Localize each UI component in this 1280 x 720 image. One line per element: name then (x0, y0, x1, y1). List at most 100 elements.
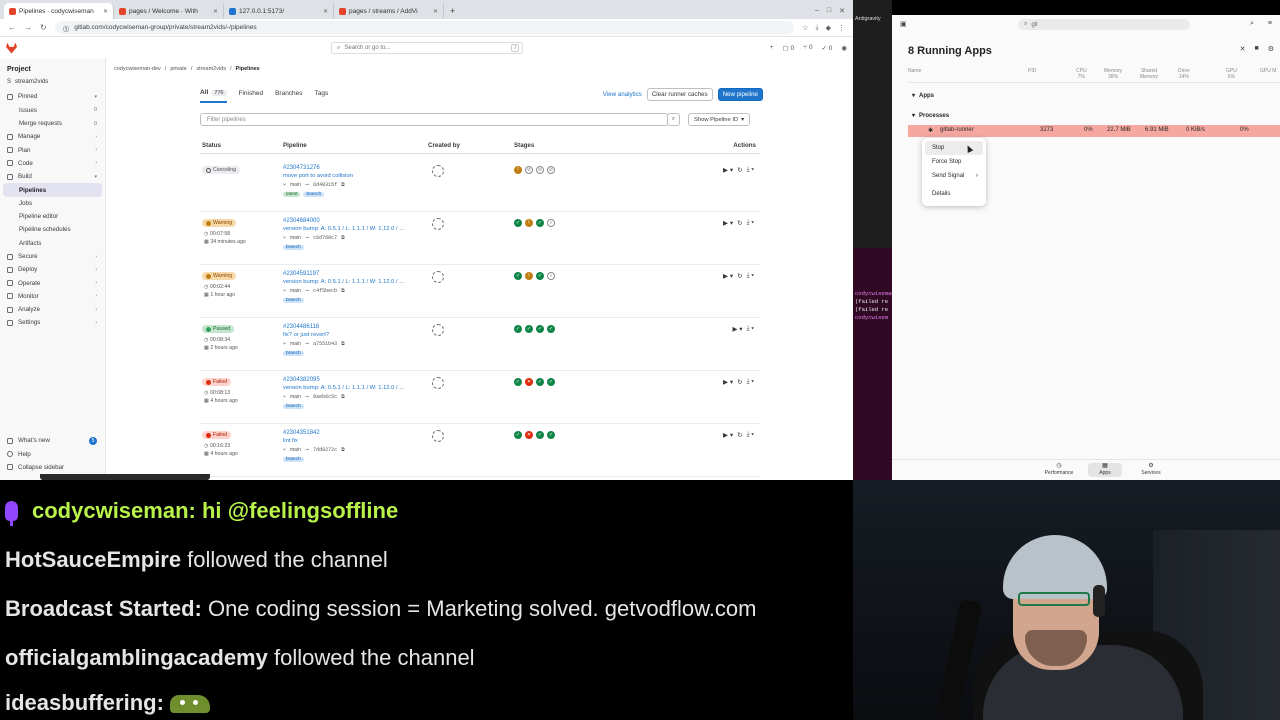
creator-avatar[interactable] (432, 218, 444, 230)
commit-message-link[interactable]: version bump: A: 0.5.1 / L: 1.1.1 / W: 1… (283, 279, 404, 285)
branch-name[interactable]: main (290, 447, 301, 453)
download-artifacts-button[interactable]: ⤓ ▾ (747, 166, 754, 174)
help-link[interactable]: Help (0, 447, 105, 460)
extension-icon[interactable]: ◆ (826, 24, 831, 32)
stage-fail-icon[interactable]: ✕ (525, 378, 533, 386)
creator-avatar[interactable] (432, 430, 444, 442)
search-input[interactable]: ⌕ Search or go to... / (331, 42, 523, 54)
creator-avatar[interactable] (432, 165, 444, 177)
copy-icon[interactable]: ⧉ (341, 235, 345, 241)
maximize-icon[interactable]: □ (827, 7, 831, 15)
group-processes[interactable]: ▾ Processes (912, 112, 949, 120)
tab-close-icon[interactable]: ✕ (213, 8, 218, 15)
browser-tab[interactable]: 127.0.0.1:5173/ ✕ (224, 3, 334, 19)
mr-count-icon[interactable]: ⑂ 0 (803, 44, 812, 52)
creator-avatar[interactable] (432, 377, 444, 389)
nav-performance[interactable]: ◷ Performance (1042, 463, 1076, 476)
stage-ok-icon[interactable]: ✓ (547, 325, 555, 333)
process-column-header[interactable]: GPU M (1260, 68, 1276, 75)
branch-name[interactable]: main (290, 182, 301, 188)
retry-pipeline-button[interactable]: ↻ (737, 219, 742, 227)
status-badge[interactable]: Failed (202, 378, 232, 386)
stage-warn-icon[interactable]: ! (525, 272, 533, 280)
sidebar-project-name[interactable]: S stream2vids (0, 75, 105, 88)
stage-cancel-icon[interactable]: ⊘ (536, 166, 544, 174)
copy-icon[interactable]: ⧉ (341, 288, 345, 294)
search-toggle-icon[interactable]: ⌕ (1250, 20, 1254, 28)
commit-sha[interactable]: 7dd8272c (313, 447, 337, 453)
branch-name[interactable]: main (290, 394, 301, 400)
terminal-pane[interactable]: codycwiseman (failed re (failed re codyc… (853, 248, 892, 480)
tab-finished[interactable]: Finished (239, 90, 264, 102)
stage-ok-icon[interactable]: ✓ (514, 272, 522, 280)
nav-services[interactable]: ⚙ Services (1134, 463, 1168, 476)
stop-process-icon[interactable]: ■ (1254, 45, 1258, 53)
sidebar-item-pipeline-schedules[interactable]: Pipeline schedules (0, 223, 105, 236)
stage-cancel-icon[interactable]: ⊘ (547, 166, 555, 174)
creator-avatar[interactable] (432, 324, 444, 336)
process-row-selected[interactable]: ✱ gitlab-runner 3273 0% 22.7 MiB 6.91 Mi… (908, 125, 1280, 137)
process-column-header[interactable]: Drive 14% (1178, 68, 1190, 80)
stage-ok-icon[interactable]: ✓ (514, 325, 522, 333)
process-column-header[interactable]: PID (1028, 68, 1036, 75)
sidebar-item-code[interactable]: Code › (0, 157, 105, 170)
commit-sha[interactable]: c6d760c7 (313, 235, 337, 241)
tab-tags[interactable]: Tags (315, 90, 329, 102)
run-manual-job-button[interactable]: ▶ ▾ (723, 272, 733, 280)
view-analytics-link[interactable]: View analytics (603, 91, 642, 98)
new-item-icon[interactable]: + (770, 44, 774, 52)
forward-icon[interactable]: → (24, 23, 32, 32)
breadcrumb-item[interactable]: private (170, 66, 187, 72)
run-manual-job-button[interactable]: ▶ ▾ (723, 431, 733, 439)
tab-close-icon[interactable]: ✕ (103, 8, 108, 15)
sidebar-item-pipeline-editor[interactable]: Pipeline editor (0, 210, 105, 223)
commit-message-link[interactable]: version bump: A: 0.5.1 / L: 1.1.1 / W: 1… (283, 385, 404, 391)
collapse-sidebar-button[interactable]: Collapse sidebar (0, 461, 105, 474)
bookmark-star-icon[interactable]: ☆ (802, 24, 808, 32)
commit-sha[interactable]: c4f5becb (313, 288, 337, 294)
sidebar-item-merge-requests[interactable]: Merge requests 0 (0, 117, 105, 130)
close-icon[interactable]: ✕ (839, 7, 845, 15)
run-manual-job-button[interactable]: ▶ ▾ (723, 378, 733, 386)
end-process-icon[interactable]: ✕ (1240, 45, 1246, 53)
sidebar-item-deploy[interactable]: Deploy › (0, 263, 105, 276)
branch-name[interactable]: main (290, 235, 301, 241)
back-icon[interactable]: ← (8, 23, 16, 32)
sidebar-item-analyze[interactable]: Analyze › (0, 303, 105, 316)
branch-name[interactable]: main (290, 341, 301, 347)
filter-pipelines-input[interactable]: Filter pipelines (200, 113, 668, 126)
download-artifacts-button[interactable]: ⤓ ▾ (747, 219, 754, 227)
menu-item-send-signal[interactable]: Send Signal › (925, 169, 983, 183)
status-badge[interactable]: Warning (202, 272, 237, 280)
url-field[interactable]: ⓵ gitlab.com/codycwiseman-group/private/… (54, 21, 795, 34)
stage-ok-icon[interactable]: ✓ (525, 325, 533, 333)
run-manual-job-button[interactable]: ▶ ▾ (723, 219, 733, 227)
stage-ok-icon[interactable]: ✓ (514, 219, 522, 227)
process-search-input[interactable]: ⌕ git (1018, 19, 1190, 30)
nav-apps[interactable]: ▦ Apps (1088, 463, 1122, 477)
run-manual-job-button[interactable]: ▶ ▾ (723, 166, 733, 174)
menu-item-details[interactable]: Details (925, 187, 983, 201)
stage-fail-icon[interactable]: ✕ (525, 431, 533, 439)
commit-message-link[interactable]: lint fix (283, 438, 298, 444)
hamburger-menu-icon[interactable]: ≡ (1268, 20, 1272, 27)
sidebar-item-monitor[interactable]: Monitor › (0, 290, 105, 303)
retry-pipeline-button[interactable]: ↻ (737, 431, 742, 439)
stage-ok-icon[interactable]: ✓ (514, 378, 522, 386)
stage-cancel-icon[interactable]: ⊘ (525, 166, 533, 174)
retry-pipeline-button[interactable]: ↻ (737, 378, 742, 386)
menu-kebab-icon[interactable]: ⋮ (838, 24, 845, 32)
breadcrumb-item[interactable]: codycwiseman-dev (114, 66, 161, 72)
stage-ok-icon[interactable]: ✓ (547, 431, 555, 439)
commit-message-link[interactable]: move port to avoid collision (283, 173, 353, 179)
stage-skip-icon[interactable]: » (547, 219, 555, 227)
commit-sha[interactable]: 6d48315f (313, 182, 337, 188)
status-badge[interactable]: Warning (202, 219, 237, 227)
retry-pipeline-button[interactable]: ↻ (737, 272, 742, 280)
commit-sha[interactable]: 9aeb6c5c (313, 394, 337, 400)
site-info-icon[interactable]: ⓵ (63, 23, 70, 33)
pipeline-id-link[interactable]: #2304591197 (283, 271, 319, 277)
stage-ok-icon[interactable]: ✓ (536, 378, 544, 386)
menu-item-stop[interactable]: Stop (925, 141, 983, 155)
sidebar-item-manage[interactable]: Manage › (0, 130, 105, 143)
